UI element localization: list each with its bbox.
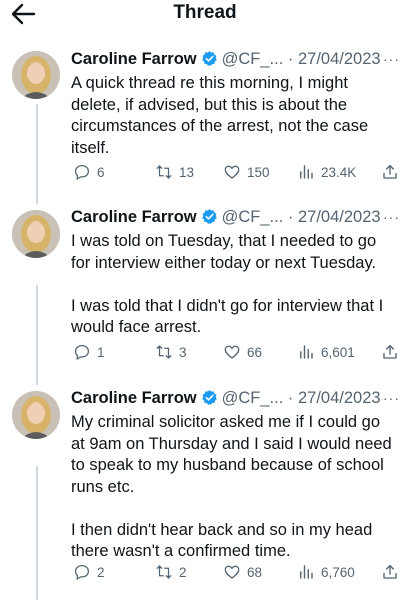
retweet-count: 3 bbox=[179, 344, 187, 360]
retweet-icon bbox=[156, 165, 172, 179]
author-name[interactable]: Caroline Farrow bbox=[71, 389, 197, 407]
more-options-button[interactable]: ··· bbox=[383, 205, 400, 229]
like-button[interactable]: 66 bbox=[223, 342, 262, 362]
profile-photo bbox=[12, 391, 60, 439]
verified-badge-icon bbox=[201, 51, 217, 67]
tweet-text: A quick thread re this morning, I might … bbox=[71, 74, 369, 157]
avatar[interactable] bbox=[12, 210, 60, 258]
retweet-count: 2 bbox=[179, 564, 187, 580]
views-button[interactable]: 6,601 bbox=[297, 342, 355, 362]
verified-badge-icon bbox=[201, 390, 217, 406]
reply-icon bbox=[74, 564, 90, 580]
views-bar-chart-icon bbox=[300, 165, 313, 179]
share-icon bbox=[383, 564, 397, 579]
separator-dot: · bbox=[287, 50, 294, 68]
more-options-button[interactable]: ··· bbox=[383, 386, 400, 410]
reply-count: 6 bbox=[97, 164, 105, 180]
share-button[interactable] bbox=[381, 162, 399, 182]
tweet-text: I was told on Tuesday, that I needed to … bbox=[71, 232, 384, 336]
tweet-date[interactable]: 27/04/2023 bbox=[298, 208, 381, 226]
heart-icon bbox=[224, 565, 240, 579]
views-button[interactable]: 23.4K bbox=[297, 162, 356, 182]
author-handle[interactable]: @CF_... bbox=[222, 208, 284, 226]
page-title: Thread bbox=[173, 2, 237, 23]
reply-count: 2 bbox=[97, 564, 105, 580]
view-count: 6,760 bbox=[321, 564, 355, 580]
retweet-button[interactable]: 13 bbox=[155, 162, 194, 182]
retweet-icon bbox=[156, 345, 172, 359]
tweet[interactable]: Caroline Farrow @CF_... · 27/04/2023 ··· … bbox=[0, 386, 410, 591]
like-count: 68 bbox=[247, 564, 263, 580]
share-icon bbox=[383, 164, 397, 179]
share-button[interactable] bbox=[381, 342, 399, 362]
tweet-actions: 1 3 66 6,601 bbox=[71, 342, 406, 362]
reply-button[interactable]: 6 bbox=[73, 162, 105, 182]
tweet-text: My criminal solicitor asked me if I coul… bbox=[71, 413, 392, 560]
like-count: 66 bbox=[247, 344, 263, 360]
views-button[interactable]: 6,760 bbox=[297, 562, 355, 582]
author-handle[interactable]: @CF_... bbox=[222, 50, 284, 68]
separator-dot: · bbox=[287, 389, 294, 407]
share-icon bbox=[383, 344, 397, 359]
profile-photo bbox=[12, 51, 60, 99]
view-count: 23.4K bbox=[321, 164, 357, 180]
heart-icon bbox=[224, 345, 240, 359]
tweet-actions: 6 13 150 23.4K bbox=[71, 162, 406, 182]
tweet-date[interactable]: 27/04/2023 bbox=[298, 50, 381, 68]
reply-count: 1 bbox=[97, 344, 105, 360]
tweet-actions: 2 2 68 6,760 bbox=[71, 562, 406, 582]
views-bar-chart-icon bbox=[300, 345, 313, 359]
author-handle[interactable]: @CF_... bbox=[222, 389, 284, 407]
tweet-header: Caroline Farrow @CF_... · 27/04/2023 ··· bbox=[71, 205, 400, 229]
avatar[interactable] bbox=[12, 51, 60, 99]
author-name[interactable]: Caroline Farrow bbox=[71, 208, 197, 226]
retweet-button[interactable]: 2 bbox=[155, 562, 187, 582]
more-options-button[interactable]: ··· bbox=[383, 47, 400, 71]
retweet-button[interactable]: 3 bbox=[155, 342, 187, 362]
tweet-header: Caroline Farrow @CF_... · 27/04/2023 ··· bbox=[71, 47, 400, 71]
reply-button[interactable]: 2 bbox=[73, 562, 105, 582]
tweet[interactable]: Caroline Farrow @CF_... · 27/04/2023 ··· … bbox=[0, 205, 410, 375]
like-button[interactable]: 68 bbox=[223, 562, 262, 582]
author-name[interactable]: Caroline Farrow bbox=[71, 50, 197, 68]
tweet-date[interactable]: 27/04/2023 bbox=[298, 389, 381, 407]
like-button[interactable]: 150 bbox=[223, 162, 270, 182]
profile-photo bbox=[12, 210, 60, 258]
share-button[interactable] bbox=[381, 562, 399, 582]
view-count: 6,601 bbox=[321, 344, 355, 360]
retweet-count: 13 bbox=[179, 164, 195, 180]
tweet-header: Caroline Farrow @CF_... · 27/04/2023 ··· bbox=[71, 386, 400, 410]
reply-icon bbox=[74, 164, 90, 180]
top-bar: Thread bbox=[0, 0, 410, 30]
tweet[interactable]: Caroline Farrow @CF_... · 27/04/2023 ··· … bbox=[0, 47, 410, 197]
avatar[interactable] bbox=[12, 391, 60, 439]
retweet-icon bbox=[156, 565, 172, 579]
like-count: 150 bbox=[247, 164, 270, 180]
views-bar-chart-icon bbox=[300, 565, 313, 579]
separator-dot: · bbox=[287, 208, 294, 226]
verified-badge-icon bbox=[201, 209, 217, 225]
heart-icon bbox=[224, 165, 240, 179]
reply-button[interactable]: 1 bbox=[73, 342, 105, 362]
reply-icon bbox=[74, 344, 90, 360]
